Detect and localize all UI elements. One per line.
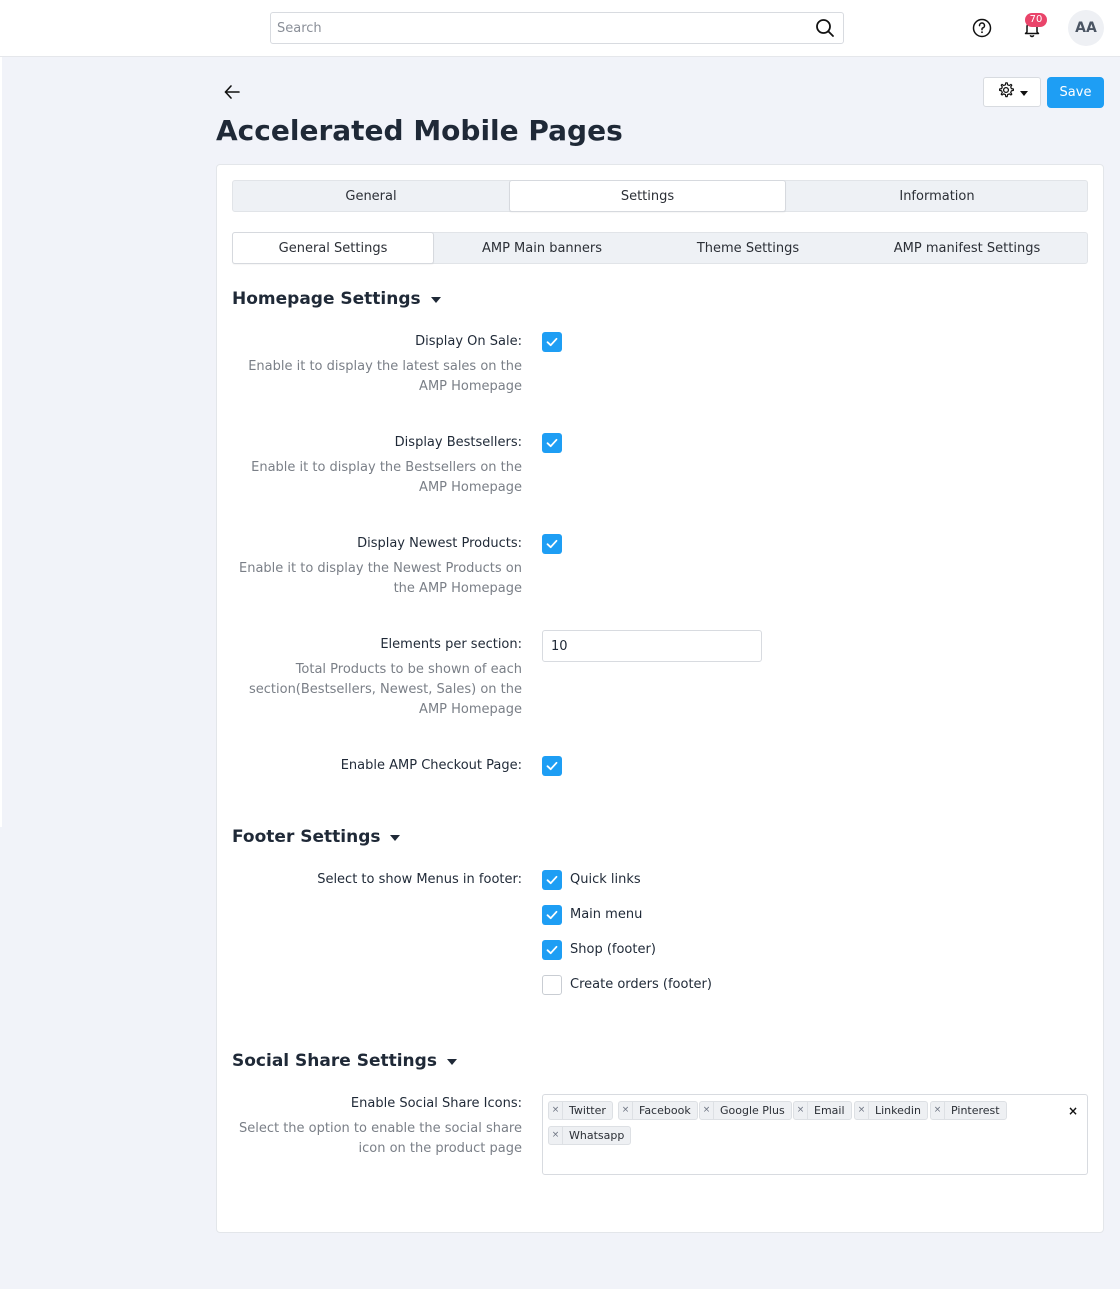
tag-google-plus: × Google Plus [699, 1101, 792, 1120]
tab-settings[interactable]: Settings [509, 180, 786, 212]
remove-tag-icon[interactable]: × [549, 1102, 563, 1119]
caret-down-icon [446, 1059, 457, 1065]
check-icon [546, 910, 558, 920]
display-bestsellers-help: Enable it to display the Bestsellers on … [251, 460, 522, 495]
social-share-settings-heading[interactable]: Social Share Settings [232, 1051, 457, 1071]
primary-tabs: General Settings Information [232, 180, 1088, 212]
display-newest-products-help: Enable it to display the Newest Products… [238, 561, 522, 596]
check-icon [546, 945, 558, 955]
create-orders-footer-label[interactable]: Create orders (footer) [570, 977, 712, 992]
enable-amp-checkout-label: Enable AMP Checkout Page: [340, 758, 522, 773]
check-icon [546, 539, 558, 549]
back-arrow-icon[interactable] [220, 80, 244, 104]
section-title: Social Share Settings [232, 1051, 437, 1071]
left-rail [0, 57, 2, 827]
display-newest-products-label: Display Newest Products: [357, 536, 522, 551]
main-menu-checkbox[interactable] [542, 905, 562, 925]
subtab-general-settings[interactable]: General Settings [232, 232, 434, 264]
page-title: Accelerated Mobile Pages [216, 114, 623, 147]
notification-badge: 70 [1025, 13, 1047, 27]
display-on-sale-help: Enable it to display the latest sales on… [248, 359, 522, 394]
display-bestsellers-checkbox[interactable] [542, 433, 562, 453]
homepage-settings-heading[interactable]: Homepage Settings [232, 289, 441, 309]
tag-whatsapp: × Whatsapp [548, 1126, 632, 1145]
search-input[interactable] [271, 13, 807, 43]
elements-per-section-help: Total Products to be shown of each sectio… [248, 662, 522, 717]
shop-footer-checkbox[interactable] [542, 940, 562, 960]
remove-tag-icon[interactable]: × [549, 1127, 563, 1144]
chevron-down-icon [1019, 90, 1028, 96]
tag-linkedin: × Linkedin [854, 1101, 928, 1120]
quick-links-checkbox[interactable] [542, 870, 562, 890]
tag-pinterest: × Pinterest [930, 1101, 1007, 1120]
social-share-select[interactable]: × Twitter × Facebook × Google Plus × Email ×… [542, 1094, 1088, 1175]
subtab-theme-settings[interactable]: Theme Settings [650, 233, 846, 263]
check-icon [546, 761, 558, 771]
enable-amp-checkout-checkbox[interactable] [542, 756, 562, 776]
check-icon [546, 337, 558, 347]
remove-tag-icon[interactable]: × [700, 1102, 714, 1119]
gear-icon [997, 81, 1015, 103]
remove-tag-icon[interactable]: × [931, 1102, 945, 1119]
display-on-sale-label: Display On Sale: [415, 334, 522, 349]
avatar[interactable]: AA [1068, 10, 1104, 46]
remove-tag-icon[interactable]: × [855, 1102, 869, 1119]
remove-tag-icon[interactable]: × [619, 1102, 633, 1119]
check-icon [546, 875, 558, 885]
tab-information[interactable]: Information [786, 181, 1088, 211]
section-title: Footer Settings [232, 827, 381, 847]
section-title: Homepage Settings [232, 289, 421, 309]
top-bar: 70 AA [0, 0, 1120, 57]
display-on-sale-checkbox[interactable] [542, 332, 562, 352]
subtab-amp-manifest-settings[interactable]: AMP manifest Settings [846, 233, 1088, 263]
shop-footer-label[interactable]: Shop (footer) [570, 942, 656, 957]
main-menu-label[interactable]: Main menu [570, 907, 642, 922]
check-icon [546, 438, 558, 448]
subtab-amp-main-banners[interactable]: AMP Main banners [434, 233, 650, 263]
display-bestsellers-label: Display Bestsellers: [394, 435, 522, 450]
tag-email: × Email [793, 1101, 852, 1120]
create-orders-footer-checkbox[interactable] [542, 975, 562, 995]
caret-down-icon [430, 297, 441, 303]
tab-general[interactable]: General [233, 181, 509, 211]
footer-menus-label: Select to show Menus in footer: [317, 872, 522, 887]
search-box[interactable] [270, 12, 844, 44]
quick-links-label[interactable]: Quick links [570, 872, 641, 887]
tag-twitter: × Twitter [548, 1101, 613, 1120]
help-icon[interactable] [967, 13, 997, 43]
footer-settings-heading[interactable]: Footer Settings [232, 827, 401, 847]
secondary-tabs: General Settings AMP Main banners Theme … [232, 232, 1088, 264]
social-share-icons-help: Select the option to enable the social s… [238, 1121, 522, 1156]
clear-all-icon[interactable]: × [1068, 1104, 1078, 1118]
settings-dropdown-button[interactable] [983, 77, 1041, 107]
social-share-icons-label: Enable Social Share Icons: [350, 1096, 522, 1111]
search-icon[interactable] [807, 13, 843, 43]
elements-per-section-input[interactable] [542, 630, 762, 662]
remove-tag-icon[interactable]: × [794, 1102, 808, 1119]
save-button[interactable]: Save [1047, 77, 1104, 108]
caret-down-icon [390, 835, 401, 841]
tag-facebook: × Facebook [618, 1101, 698, 1120]
elements-per-section-label: Elements per section: [380, 637, 522, 652]
display-newest-products-checkbox[interactable] [542, 534, 562, 554]
